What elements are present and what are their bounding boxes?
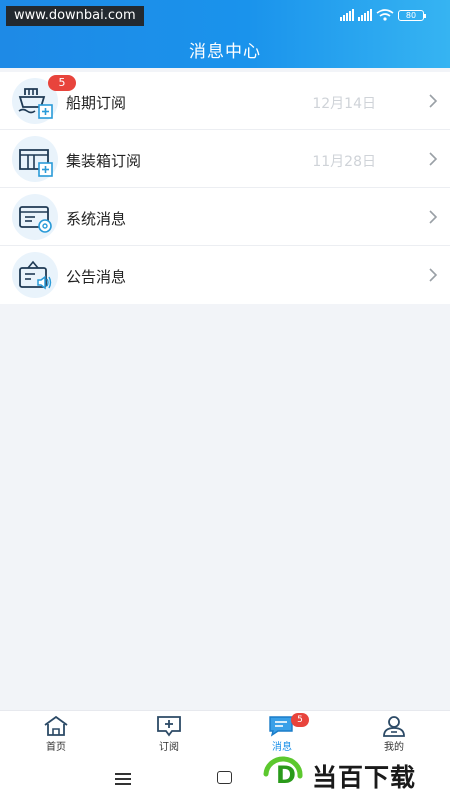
battery-indicator: 80	[398, 9, 426, 21]
home-button-icon[interactable]	[217, 771, 232, 784]
container-icon	[12, 136, 58, 182]
wifi-icon	[376, 9, 394, 21]
brand-logo-icon: D	[263, 756, 303, 789]
signal-icon	[358, 9, 372, 21]
home-icon	[44, 715, 68, 736]
chevron-right-icon	[429, 210, 438, 224]
list-item-label: 集装箱订阅	[66, 152, 142, 170]
tab-profile[interactable]: 我的	[354, 715, 434, 763]
unread-badge: 5	[48, 75, 76, 91]
chevron-right-icon	[429, 268, 438, 282]
list-item-announcements[interactable]: 公告消息	[0, 246, 450, 304]
list-item-label: 船期订阅	[66, 94, 127, 112]
tab-label: 我的	[384, 742, 404, 753]
list-item-container-subscription[interactable]: 集装箱订阅 11月28日	[0, 130, 450, 188]
tab-home[interactable]: 首页	[16, 715, 96, 763]
svg-text:D: D	[276, 761, 296, 789]
announcement-icon	[12, 252, 58, 298]
watermark-url: www.downbai.com	[6, 6, 144, 26]
menu-icon[interactable]	[115, 773, 131, 785]
app-header: www.downbai.com 80 消息中心	[0, 0, 450, 68]
signal-icon	[340, 9, 354, 21]
chevron-right-icon	[429, 152, 438, 166]
message-list: 5 船期订阅 12月14日 集装箱订阅 11月28日 系统消息 公告消息	[0, 72, 450, 304]
page-title: 消息中心	[189, 42, 261, 62]
unread-badge: 5	[291, 713, 309, 727]
system-message-icon	[12, 194, 58, 240]
subscribe-icon	[157, 716, 181, 737]
tab-label: 消息	[272, 742, 292, 753]
list-item-date: 11月28日	[312, 154, 376, 170]
brand-watermark: 当百下载	[312, 763, 417, 792]
tab-subscribe[interactable]: 订阅	[129, 715, 209, 763]
list-item-system-messages[interactable]: 系统消息	[0, 188, 450, 246]
user-icon	[383, 716, 405, 737]
status-bar: 80	[340, 9, 426, 21]
chevron-right-icon	[429, 94, 438, 108]
list-item-ship-subscription[interactable]: 5 船期订阅 12月14日	[0, 72, 450, 130]
tab-label: 首页	[46, 742, 66, 753]
list-item-label: 公告消息	[66, 268, 127, 286]
tab-label: 订阅	[159, 742, 179, 753]
list-item-label: 系统消息	[66, 210, 127, 228]
list-item-date: 12月14日	[312, 96, 376, 112]
